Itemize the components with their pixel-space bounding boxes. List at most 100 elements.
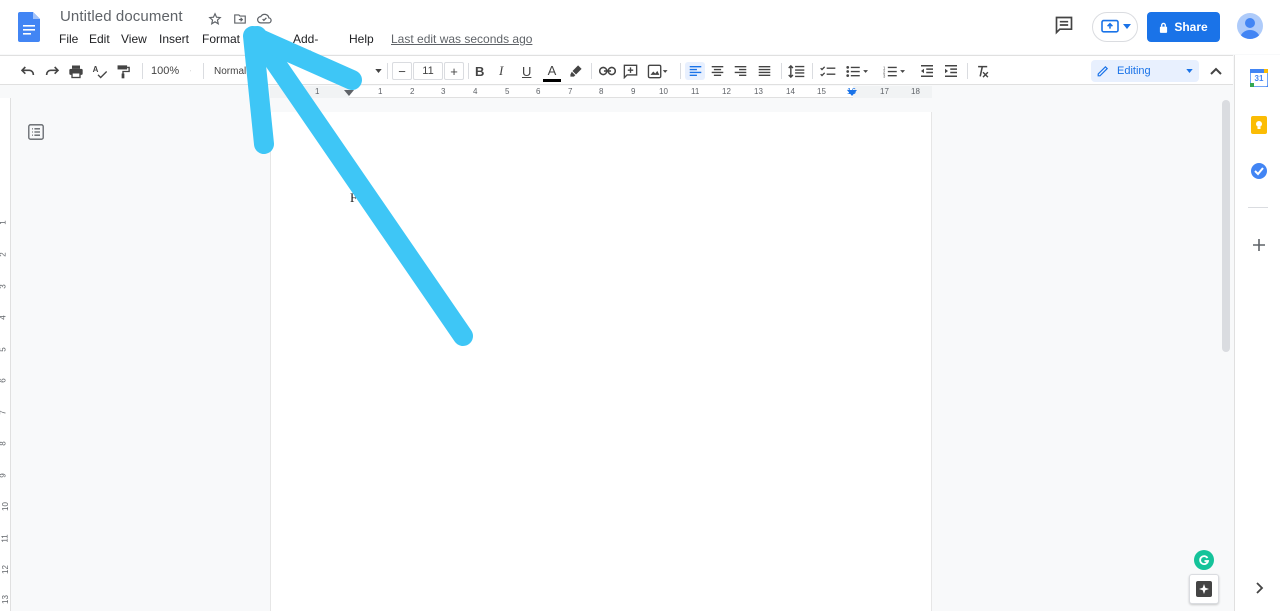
insert-link-icon[interactable] xyxy=(599,62,616,80)
add-comment-icon[interactable] xyxy=(623,62,638,80)
top-bar: Untitled document File Edit View Insert … xyxy=(0,0,1280,60)
menu-edit[interactable]: Edit xyxy=(89,32,110,46)
add-addon-icon[interactable] xyxy=(1250,236,1268,254)
avatar[interactable] xyxy=(1237,13,1263,39)
ruler-tick-label: 12 xyxy=(722,87,731,96)
italic-button[interactable]: I xyxy=(499,62,503,80)
ruler-tick-label: 2 xyxy=(410,87,415,96)
decrease-font-size-button[interactable]: − xyxy=(392,62,412,80)
checklist-icon[interactable] xyxy=(820,62,836,80)
explore-button[interactable] xyxy=(1189,574,1219,604)
ruler-tick-label: 5 xyxy=(505,87,510,96)
text-color-button[interactable]: A xyxy=(543,62,561,82)
vruler-tick-label: 3 xyxy=(0,284,8,288)
bold-button[interactable]: B xyxy=(475,62,484,80)
clear-formatting-icon[interactable] xyxy=(976,62,990,80)
ruler-tick-label: 7 xyxy=(568,87,573,96)
spellcheck-icon[interactable]: A xyxy=(92,62,108,80)
style-select[interactable]: Normal xyxy=(214,62,246,80)
menu-file[interactable]: File xyxy=(59,32,78,46)
highlight-color-icon[interactable] xyxy=(569,62,583,80)
share-button[interactable]: Share xyxy=(1147,12,1220,42)
editing-mode-select[interactable]: Editing xyxy=(1091,60,1199,82)
align-right-icon[interactable] xyxy=(734,62,747,80)
chevron-down-icon xyxy=(1186,69,1193,73)
vruler-tick-label: 2 xyxy=(0,252,8,256)
align-left-icon[interactable] xyxy=(685,62,705,80)
paint-format-icon[interactable] xyxy=(116,62,130,80)
comment-history-icon[interactable] xyxy=(1054,15,1076,37)
hide-menus-chevron-up-icon[interactable] xyxy=(1210,62,1222,80)
vruler-tick-label: 9 xyxy=(0,473,8,477)
formatting-toolbar: A 100% Normal − 11 + B I U A 1 2 3 Editi… xyxy=(0,55,1233,85)
menu-format[interactable]: Format xyxy=(202,32,240,46)
document-body-text[interactable]: F xyxy=(350,190,357,206)
cloud-status-icon[interactable] xyxy=(256,10,273,27)
ruler-tick-label: 15 xyxy=(817,87,826,96)
right-indent-marker-icon[interactable] xyxy=(847,90,857,98)
calendar-icon[interactable]: 31 xyxy=(1249,68,1269,88)
menu-view[interactable]: View xyxy=(121,32,147,46)
underline-button[interactable]: U xyxy=(522,62,531,80)
lock-icon xyxy=(1160,22,1168,33)
ruler-tick-label: 1 xyxy=(378,87,383,96)
menu-insert[interactable]: Insert xyxy=(159,32,189,46)
side-panel: 31 xyxy=(1234,55,1280,611)
ruler-tick-label: 14 xyxy=(786,87,795,96)
docs-logo-icon[interactable] xyxy=(18,12,40,42)
ruler-tick-label: 1 xyxy=(315,87,320,96)
horizontal-ruler[interactable]: 1 1 2 3 4 5 6 7 8 9 10 11 12 13 14 15 16… xyxy=(270,86,932,98)
share-label: Share xyxy=(1174,20,1208,34)
document-page[interactable]: F xyxy=(270,112,932,611)
numbered-list-icon[interactable]: 123 xyxy=(883,62,905,80)
redo-icon[interactable] xyxy=(44,62,60,80)
zoom-value: 100% xyxy=(151,65,180,77)
chevron-down-icon xyxy=(190,70,191,72)
insert-image-icon[interactable] xyxy=(647,62,669,80)
grammarly-icon[interactable] xyxy=(1194,550,1214,570)
undo-icon[interactable] xyxy=(20,62,36,80)
vruler-tick-label: 1 xyxy=(0,220,8,224)
tasks-icon[interactable] xyxy=(1250,162,1268,180)
vruler-tick-label: 6 xyxy=(0,378,8,382)
font-size-input[interactable]: 11 xyxy=(413,62,443,80)
ruler-tick-label: 9 xyxy=(631,87,636,96)
vruler-tick-label: 11 xyxy=(0,534,10,543)
print-icon[interactable] xyxy=(68,62,84,80)
font-select-chevron-icon[interactable] xyxy=(375,62,382,80)
ruler-tick-label: 17 xyxy=(880,87,889,96)
line-spacing-icon[interactable] xyxy=(788,62,805,80)
last-edit-link[interactable]: Last edit was seconds ago xyxy=(391,32,532,46)
decrease-indent-icon[interactable] xyxy=(920,62,934,80)
ruler-tick-label: 18 xyxy=(911,87,920,96)
expand-panel-chevron-icon[interactable] xyxy=(1250,579,1268,597)
vruler-tick-label: 8 xyxy=(0,441,8,445)
document-title[interactable]: Untitled document xyxy=(60,8,183,25)
align-center-icon[interactable] xyxy=(711,62,724,80)
present-button[interactable] xyxy=(1092,12,1138,42)
present-icon xyxy=(1100,19,1119,33)
style-value: Normal xyxy=(214,65,247,77)
increase-indent-icon[interactable] xyxy=(944,62,958,80)
justify-icon[interactable] xyxy=(758,62,771,80)
star-icon[interactable] xyxy=(206,10,223,27)
ruler-tick-label: 10 xyxy=(659,87,668,96)
document-outline-icon[interactable] xyxy=(28,124,44,140)
chevron-down-icon xyxy=(1122,24,1131,29)
menu-help[interactable]: Help xyxy=(349,32,374,46)
ruler-tick-label: 3 xyxy=(441,87,446,96)
left-indent-marker-icon[interactable] xyxy=(344,90,354,98)
bulleted-list-icon[interactable] xyxy=(846,62,868,80)
move-folder-icon[interactable] xyxy=(231,10,248,27)
zoom-select[interactable]: 100% xyxy=(151,62,191,80)
vertical-scrollbar[interactable] xyxy=(1222,100,1230,352)
increase-font-size-button[interactable]: + xyxy=(444,62,464,80)
vertical-ruler[interactable]: 1 2 3 4 5 6 7 8 9 10 11 12 13 xyxy=(0,98,11,611)
ruler-tick-label: 13 xyxy=(754,87,763,96)
pencil-icon xyxy=(1097,65,1109,77)
svg-text:A: A xyxy=(93,65,99,74)
keep-icon[interactable] xyxy=(1250,116,1268,134)
ruler-tick-label: 4 xyxy=(473,87,478,96)
ruler-tick-label: 8 xyxy=(599,87,604,96)
vruler-tick-label: 4 xyxy=(0,315,8,319)
